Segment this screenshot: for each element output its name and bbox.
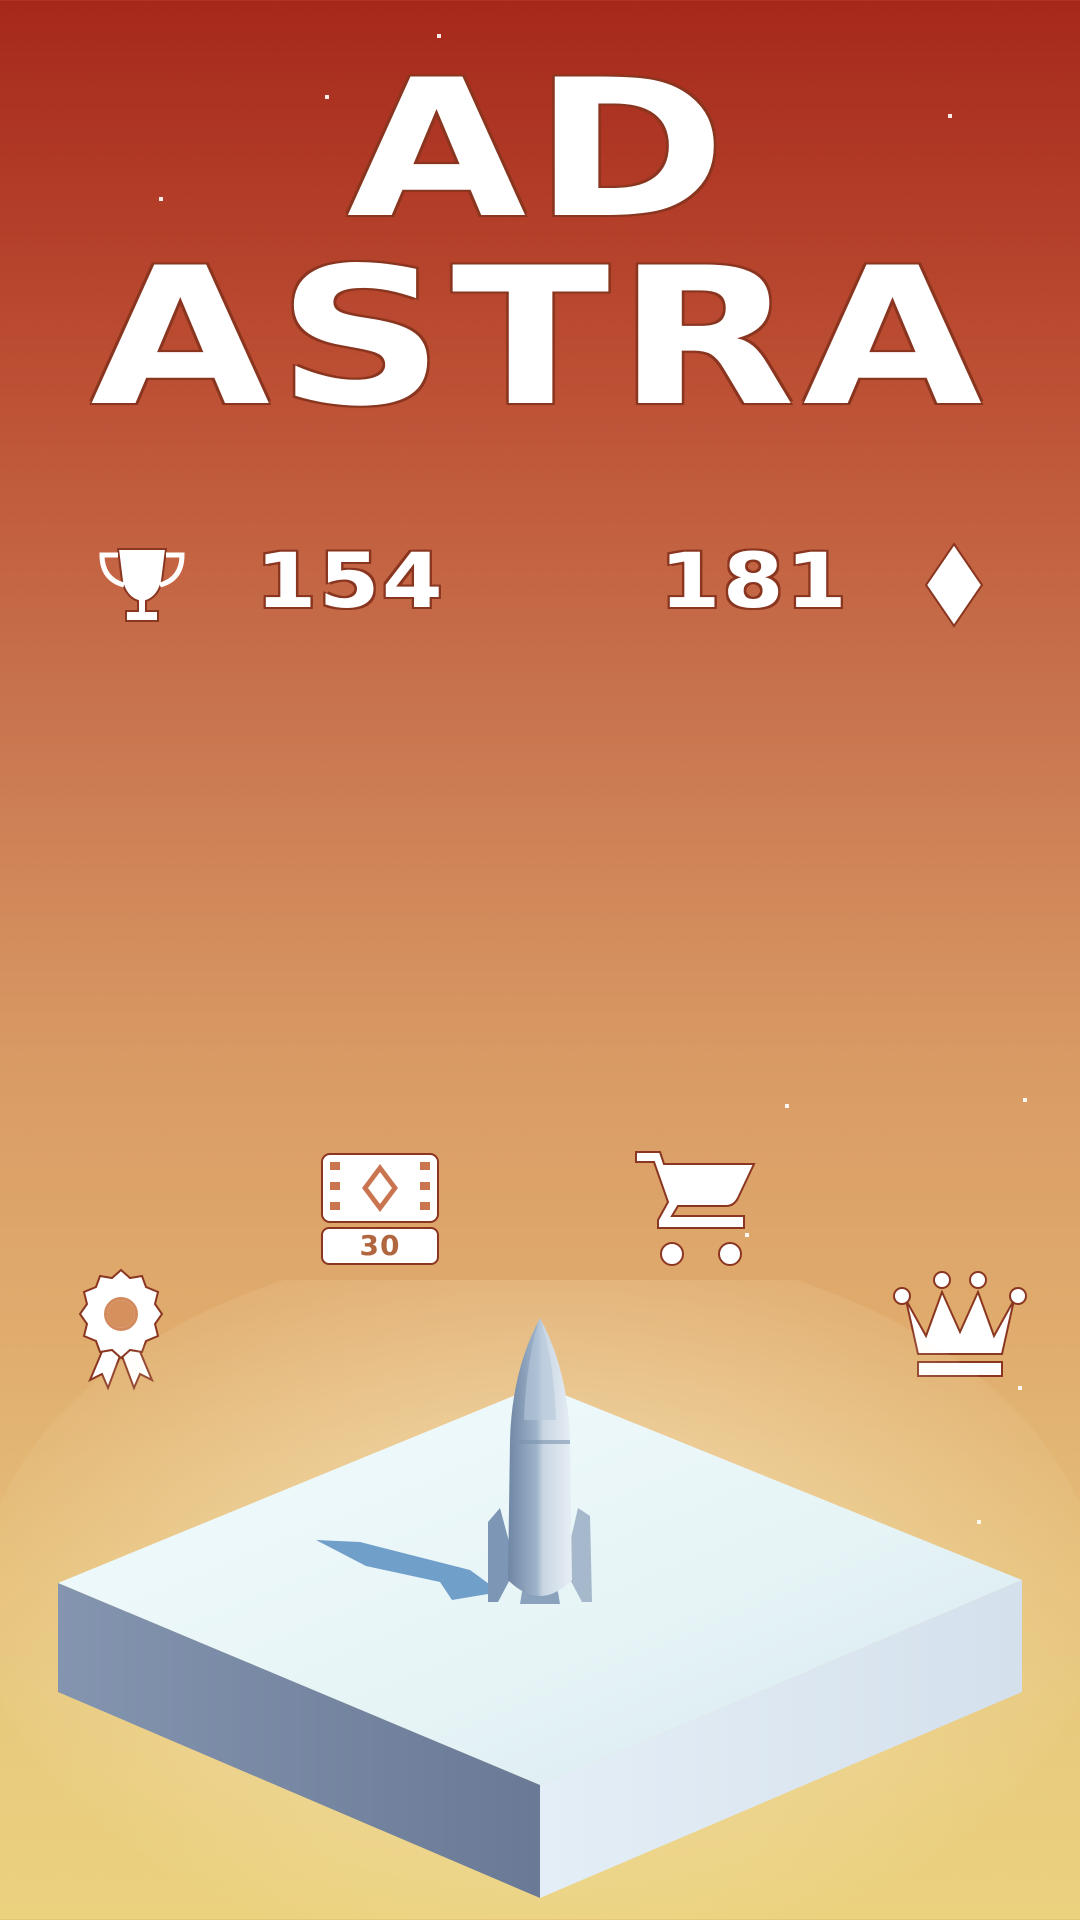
shop-button[interactable] [634, 1150, 758, 1270]
trophy-icon [96, 545, 188, 625]
star [437, 34, 441, 38]
video-reward-amount: 30 [359, 1229, 401, 1262]
star [1023, 1098, 1027, 1102]
watch-video-reward-button[interactable]: 30 [318, 1152, 442, 1266]
game-title-line-2: ASTRA [90, 227, 990, 448]
shopping-cart-icon [635, 1151, 756, 1266]
game-title-line-1: AD [346, 39, 734, 260]
launch-platform-scene[interactable] [0, 1240, 1080, 1920]
gem-count-value: 181 [659, 536, 850, 625]
diamond-icon [922, 540, 986, 630]
best-score-value: 154 [255, 536, 446, 625]
star [785, 1104, 789, 1108]
